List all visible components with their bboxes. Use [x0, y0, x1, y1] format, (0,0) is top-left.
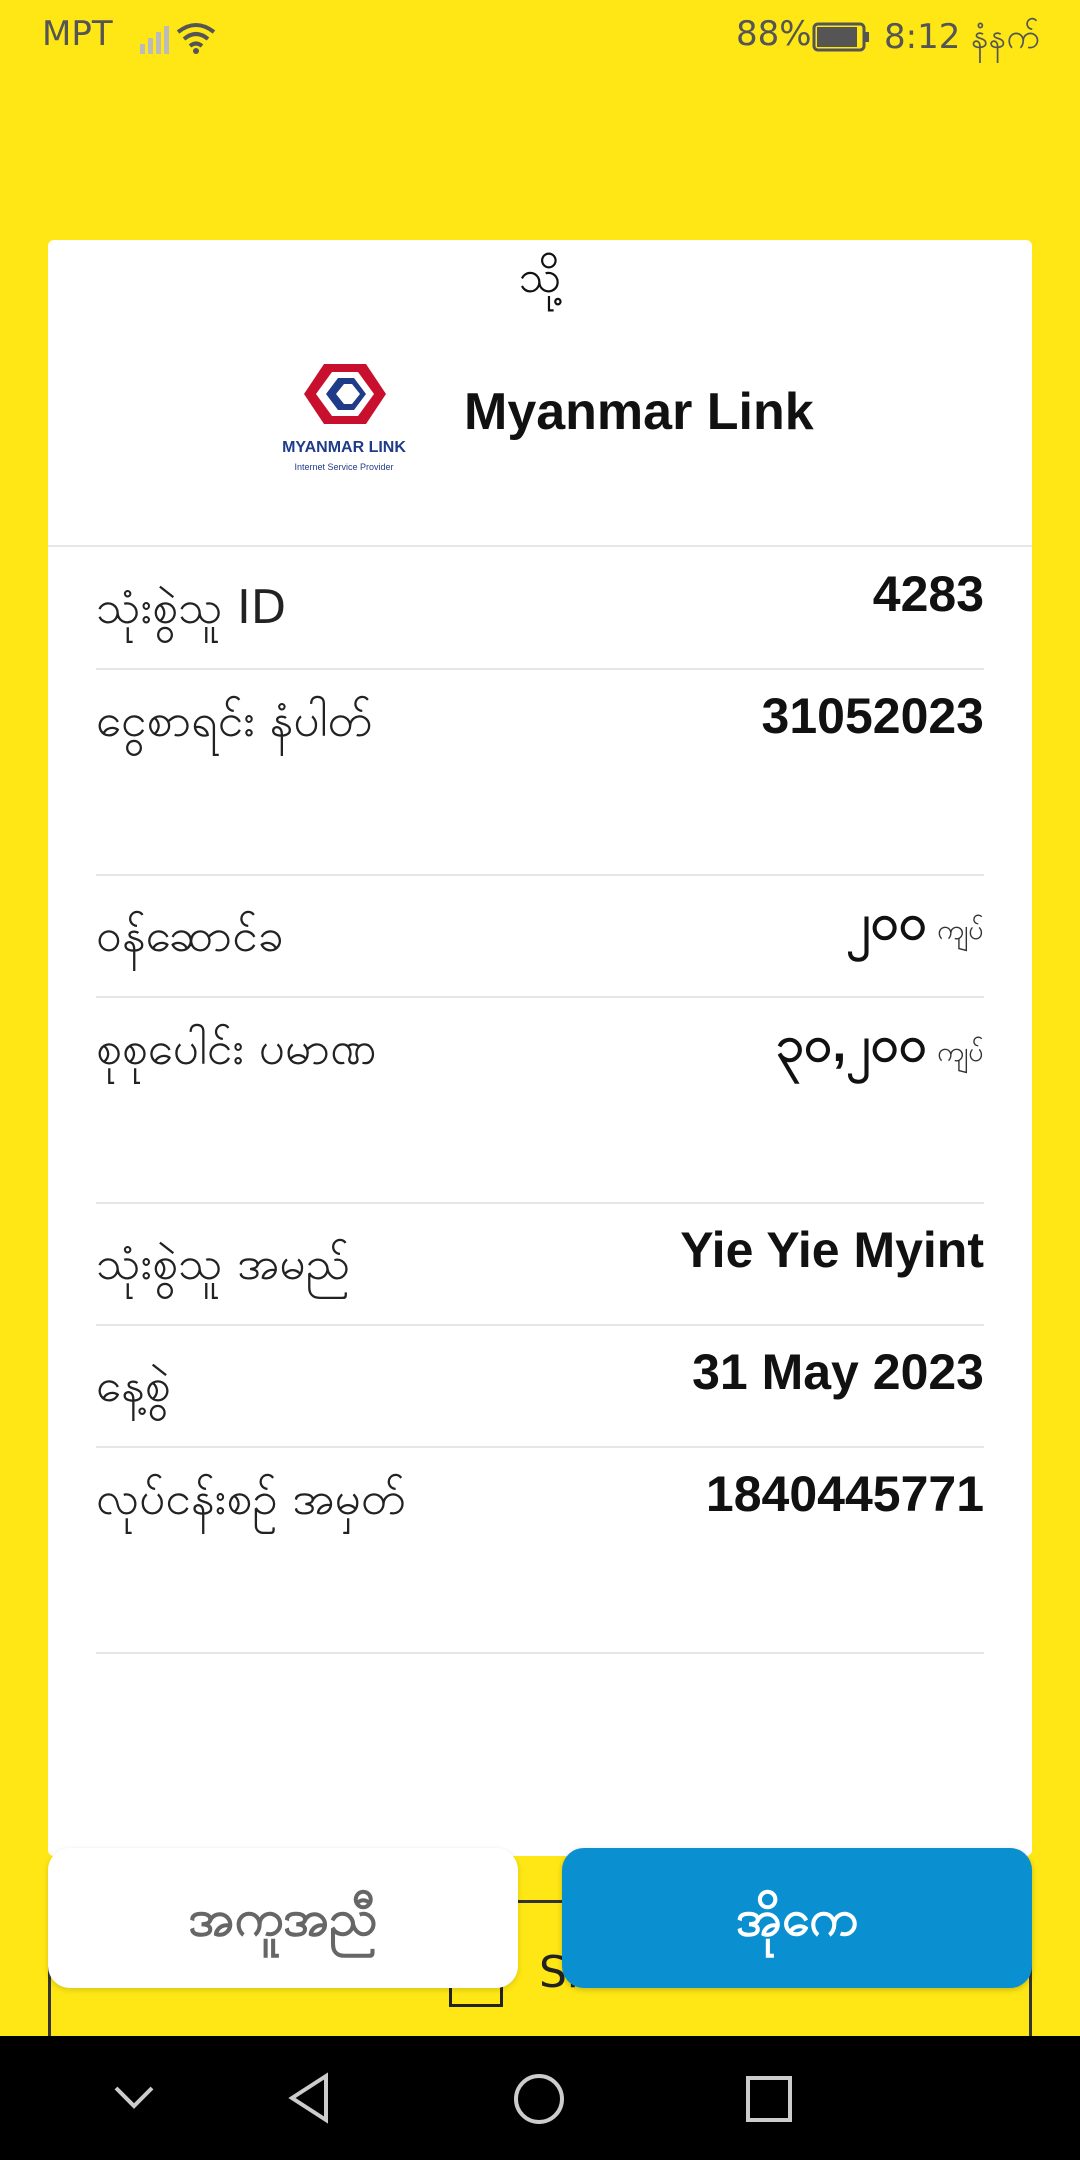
user-name-value: Yie Yie Myint [680, 1222, 984, 1278]
total-amount-label: စုစုပေါင်း ပမာဏ [96, 1021, 377, 1075]
row-user-id: သုံးစွဲသူ ID 4283 [96, 548, 984, 670]
signal-icon [140, 23, 216, 54]
receipt-details: သုံးစွဲသူ ID 4283 ငွေစာရင်း နံပါတ် 31052… [96, 548, 984, 1654]
date-value: 31 May 2023 [692, 1344, 984, 1400]
row-user-name: သုံးစွဲသူ အမည် Yie Yie Myint [96, 1204, 984, 1326]
row-service-fee: ဝန်ဆောင်ခ ၂၀၀ ကျပ် [96, 876, 984, 998]
recent-apps-icon[interactable] [744, 2074, 794, 2124]
status-bar: MPT 88% 8:12 နံနက် [0, 0, 1080, 72]
myanmar-link-logo: MYANMAR LINK Internet Service Provider [282, 364, 406, 472]
back-icon[interactable] [286, 2072, 332, 2124]
wifi-icon [176, 23, 216, 48]
logo-subtext: Internet Service Provider [294, 462, 393, 472]
ok-button[interactable]: အိုကေ [562, 1848, 1032, 1988]
help-button[interactable]: အကူအညီ [48, 1848, 518, 1988]
divider [48, 545, 1032, 547]
total-amount: ၃၀,၂၀၀ [776, 1016, 928, 1072]
merchant-header: MYANMAR LINK Internet Service Provider M… [48, 340, 1032, 480]
row-total-amount: စုစုပေါင်း ပမာဏ ၃၀,၂၀၀ ကျပ် [96, 998, 984, 1204]
battery-icon [812, 22, 869, 52]
battery-percent: 88% [736, 14, 812, 54]
service-fee-label: ဝန်ဆောင်ခ [96, 908, 284, 962]
merchant-name: Myanmar Link [464, 383, 814, 441]
service-fee-value: ၂၀၀ ကျပ် [846, 892, 984, 960]
row-date: နေ့စွဲ 31 May 2023 [96, 1326, 984, 1448]
recipient-heading: သို့ [518, 252, 562, 303]
receipt-card: သို့ MYANMAR LINK Internet Service Provi… [48, 240, 1032, 1856]
total-amount-value: ၃၀,၂၀၀ ကျပ် [776, 1014, 984, 1082]
clock: 8:12 နံနက် [884, 17, 1040, 57]
home-icon[interactable] [512, 2072, 566, 2126]
user-id-label: သုံးစွဲသူ ID [96, 580, 287, 634]
service-fee-amount: ၂၀၀ [846, 894, 928, 950]
chevron-down-icon[interactable] [112, 2078, 156, 2118]
account-number-value: 31052023 [761, 688, 984, 744]
service-fee-unit: ကျပ် [937, 913, 984, 946]
user-id-value: 4283 [872, 566, 984, 622]
navigation-bar [0, 2036, 1080, 2160]
row-transaction-id: လုပ်ငန်းစဉ် အမှတ် 1840445771 [96, 1448, 984, 1654]
total-amount-unit: ကျပ် [937, 1035, 984, 1068]
carrier-name: MPT [42, 14, 113, 54]
logo-text: MYANMAR LINK [282, 439, 406, 456]
date-label: နေ့စွဲ [96, 1358, 171, 1412]
transaction-id-value: 1840445771 [705, 1466, 984, 1522]
transaction-id-label: လုပ်ငန်းစဉ် အမှတ် [96, 1471, 406, 1525]
row-account-number: ငွေစာရင်း နံပါတ် 31052023 [96, 670, 984, 876]
account-number-label: ငွေစာရင်း နံပါတ် [96, 693, 373, 747]
user-name-label: သုံးစွဲသူ အမည် [96, 1236, 351, 1290]
